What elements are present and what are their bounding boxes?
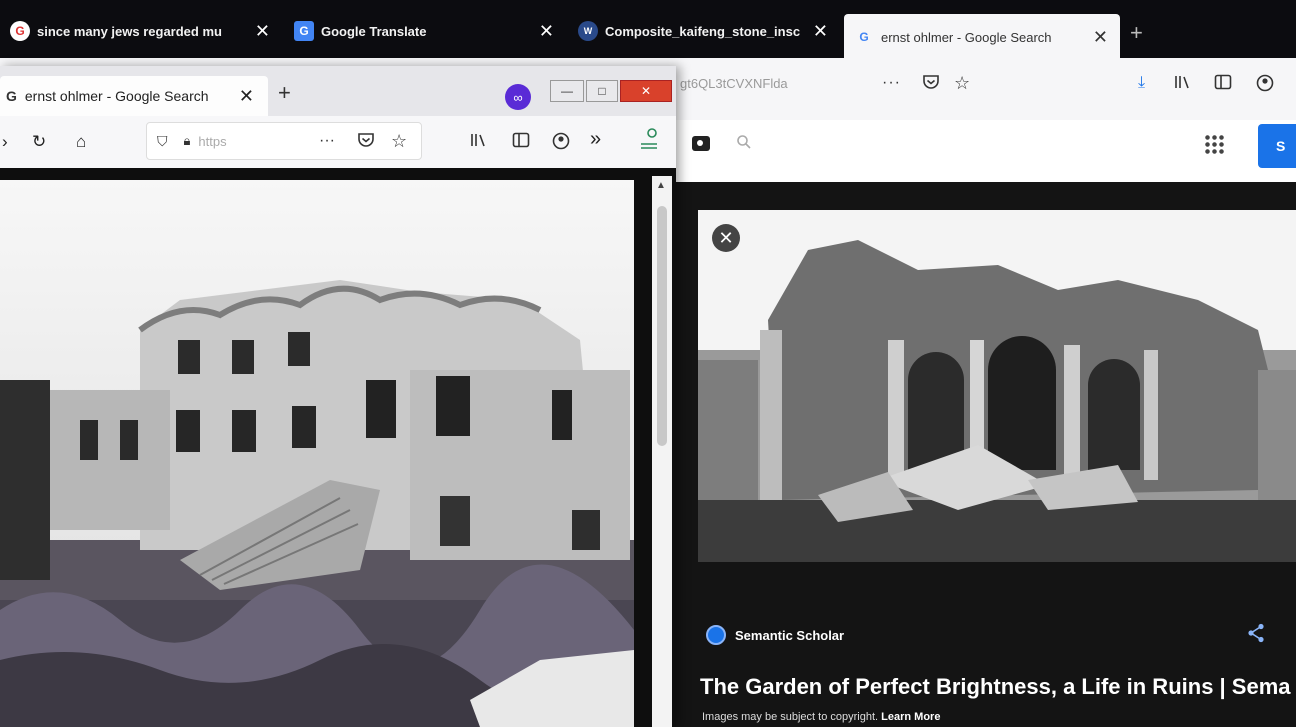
- close-icon[interactable]: ✕: [239, 86, 254, 107]
- minimize-button[interactable]: —: [550, 80, 584, 102]
- pocket-icon[interactable]: [357, 132, 375, 151]
- library-icon[interactable]: [1174, 74, 1192, 95]
- google-g-icon: G: [10, 21, 30, 41]
- extension-icon[interactable]: [638, 126, 660, 155]
- account-icon[interactable]: [552, 132, 570, 155]
- new-tab-button[interactable]: +: [1130, 20, 1143, 46]
- sidebar-icon[interactable]: [1214, 74, 1232, 95]
- account-icon[interactable]: [1256, 74, 1274, 97]
- page-actions-menu[interactable]: ···: [319, 132, 335, 150]
- lock-icon: 🔒︎: [183, 133, 191, 148]
- bookmark-star-icon[interactable]: ☆: [391, 131, 407, 152]
- library-icon[interactable]: [470, 132, 488, 153]
- share-icon[interactable]: [1247, 623, 1265, 649]
- close-icon[interactable]: ✕: [813, 21, 828, 42]
- learn-more-link[interactable]: Learn More: [881, 711, 940, 723]
- front-tab-strip: G ernst ohlmer - Google Search ✕ + ∞ — □…: [0, 66, 676, 116]
- palace-ruins-photo[interactable]: [0, 180, 634, 727]
- google-g-icon: G: [6, 88, 17, 104]
- home-icon[interactable]: ⌂: [76, 132, 86, 152]
- search-icon[interactable]: [736, 134, 752, 155]
- scroll-thumb[interactable]: [657, 206, 667, 446]
- globe-icon: [706, 625, 726, 645]
- reload-icon[interactable]: ↻: [32, 132, 46, 152]
- sign-in-button[interactable]: S: [1258, 124, 1296, 168]
- overflow-chevron-icon[interactable]: »: [590, 128, 601, 151]
- google-translate-icon: G: [294, 21, 314, 41]
- camera-icon[interactable]: [692, 136, 710, 151]
- front-browser-window: G ernst ohlmer - Google Search ✕ + ∞ — □…: [0, 66, 676, 727]
- tab-title: since many jews regarded mu: [37, 23, 222, 39]
- front-page-content: ▲: [0, 168, 676, 727]
- tab-google-translate[interactable]: G Google Translate ✕: [284, 8, 566, 54]
- tab-ernst-ohlmer[interactable]: G ernst ohlmer - Google Search ✕: [844, 14, 1120, 60]
- google-search-header: S: [670, 120, 1296, 182]
- result-title[interactable]: The Garden of Perfect Brightness, a Life…: [700, 674, 1296, 700]
- tab-title: Google Translate: [321, 23, 427, 39]
- tab-composite-kaifeng[interactable]: W Composite_kaifeng_stone_insc ✕: [568, 8, 840, 54]
- front-toolbar: › ↻ ⌂ ⛉ 🔒︎ https ··· ☆ »: [0, 116, 676, 168]
- close-preview-button[interactable]: ✕: [712, 224, 740, 252]
- close-icon[interactable]: ✕: [539, 21, 554, 42]
- url-text: https: [198, 133, 227, 149]
- close-icon[interactable]: ✕: [1093, 27, 1108, 48]
- pocket-icon[interactable]: [922, 74, 940, 93]
- window-close-button[interactable]: ✕: [620, 80, 672, 102]
- tab-title: ernst ohlmer - Google Search: [24, 88, 209, 104]
- source-name: Semantic Scholar: [735, 627, 845, 643]
- bookmark-star-icon[interactable]: ☆: [954, 73, 970, 94]
- tab-since-many-jews[interactable]: G since many jews regarded mu ✕: [0, 8, 282, 54]
- copyright-notice: Images may be subject to copyright. Lear…: [702, 711, 940, 723]
- maximize-button[interactable]: □: [586, 80, 618, 102]
- close-icon[interactable]: ✕: [255, 21, 270, 42]
- forward-icon[interactable]: ›: [2, 132, 8, 152]
- copyright-text: Images may be subject to copyright.: [702, 711, 879, 723]
- sidebar-icon[interactable]: [512, 132, 530, 153]
- url-text: gt6QL3tCVXNFlda: [680, 75, 788, 91]
- apps-grid-icon[interactable]: [1204, 134, 1224, 154]
- vertical-scrollbar[interactable]: ▲: [652, 176, 672, 727]
- tab-title: Composite_kaifeng_stone_insc: [605, 23, 801, 39]
- url-bar[interactable]: gt6QL3tCVXNFlda ··· ☆: [672, 64, 982, 102]
- image-preview-panel: ✕ Semantic Scholar The Garden of Perfect…: [670, 182, 1296, 727]
- tab-ernst-ohlmer-front[interactable]: G ernst ohlmer - Google Search ✕: [0, 76, 268, 116]
- ruins-photo[interactable]: [698, 210, 1296, 562]
- new-tab-button[interactable]: +: [278, 80, 291, 106]
- google-g-icon: G: [859, 30, 869, 44]
- private-browsing-icon: ∞: [505, 84, 531, 110]
- source-row[interactable]: Semantic Scholar: [706, 625, 844, 645]
- tab-title: ernst ohlmer - Google Search: [881, 29, 1052, 45]
- download-icon[interactable]: ⤓: [1138, 74, 1145, 92]
- scroll-up-arrow-icon[interactable]: ▲: [656, 180, 666, 191]
- shield-icon: ⛉: [157, 132, 168, 149]
- wikipedia-icon: W: [578, 21, 598, 41]
- page-actions-menu[interactable]: ···: [882, 74, 901, 92]
- back-window-tab-strip: G since many jews regarded mu ✕ G Google…: [0, 0, 1296, 60]
- url-bar[interactable]: ⛉ 🔒︎ https ··· ☆: [146, 122, 422, 160]
